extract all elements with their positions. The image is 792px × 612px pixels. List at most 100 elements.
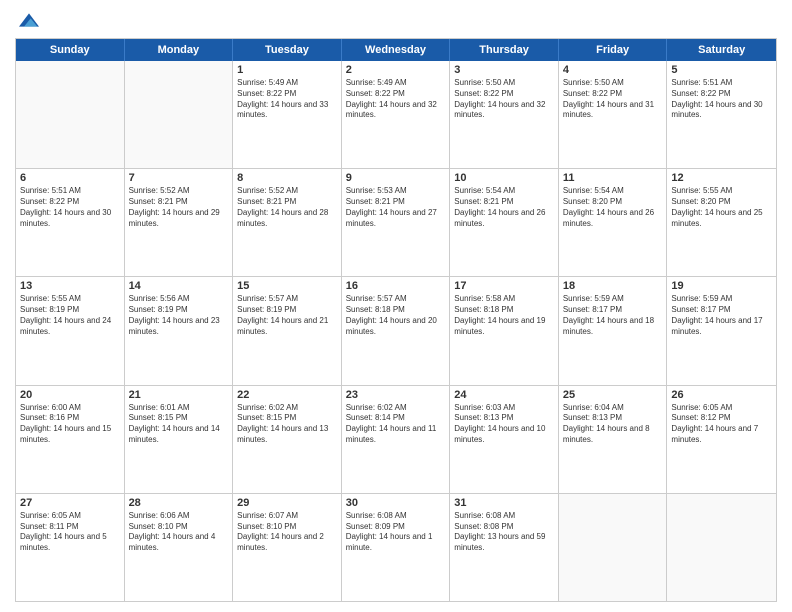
day-cell-18: 18 Sunrise: 5:59 AM Sunset: 8:17 PM Dayli… xyxy=(559,277,668,384)
cell-info: Sunrise: 5:53 AM Sunset: 8:21 PM Dayligh… xyxy=(346,186,446,229)
cell-info: Sunrise: 6:02 AM Sunset: 8:15 PM Dayligh… xyxy=(237,403,337,446)
day-cell-24: 24 Sunrise: 6:03 AM Sunset: 8:13 PM Dayli… xyxy=(450,386,559,493)
day-number: 17 xyxy=(454,280,554,292)
day-number: 7 xyxy=(129,172,229,184)
header xyxy=(15,10,777,30)
day-cell-8: 8 Sunrise: 5:52 AM Sunset: 8:21 PM Daylig… xyxy=(233,169,342,276)
day-cell-3: 3 Sunrise: 5:50 AM Sunset: 8:22 PM Daylig… xyxy=(450,61,559,168)
day-cell-7: 7 Sunrise: 5:52 AM Sunset: 8:21 PM Daylig… xyxy=(125,169,234,276)
header-day-saturday: Saturday xyxy=(667,39,776,61)
cell-info: Sunrise: 5:57 AM Sunset: 8:19 PM Dayligh… xyxy=(237,294,337,337)
day-cell-1: 1 Sunrise: 5:49 AM Sunset: 8:22 PM Daylig… xyxy=(233,61,342,168)
header-day-friday: Friday xyxy=(559,39,668,61)
day-cell-22: 22 Sunrise: 6:02 AM Sunset: 8:15 PM Dayli… xyxy=(233,386,342,493)
week-row-0: 1 Sunrise: 5:49 AM Sunset: 8:22 PM Daylig… xyxy=(16,61,776,169)
day-cell-27: 27 Sunrise: 6:05 AM Sunset: 8:11 PM Dayli… xyxy=(16,494,125,601)
cell-info: Sunrise: 5:59 AM Sunset: 8:17 PM Dayligh… xyxy=(671,294,772,337)
day-cell-20: 20 Sunrise: 6:00 AM Sunset: 8:16 PM Dayli… xyxy=(16,386,125,493)
day-number: 30 xyxy=(346,497,446,509)
day-cell-6: 6 Sunrise: 5:51 AM Sunset: 8:22 PM Daylig… xyxy=(16,169,125,276)
cell-info: Sunrise: 6:01 AM Sunset: 8:15 PM Dayligh… xyxy=(129,403,229,446)
header-day-sunday: Sunday xyxy=(16,39,125,61)
cell-info: Sunrise: 6:02 AM Sunset: 8:14 PM Dayligh… xyxy=(346,403,446,446)
cell-info: Sunrise: 5:57 AM Sunset: 8:18 PM Dayligh… xyxy=(346,294,446,337)
header-day-wednesday: Wednesday xyxy=(342,39,451,61)
calendar-body: 1 Sunrise: 5:49 AM Sunset: 8:22 PM Daylig… xyxy=(16,61,776,601)
cell-info: Sunrise: 6:08 AM Sunset: 8:09 PM Dayligh… xyxy=(346,511,446,554)
day-cell-5: 5Sunrise: 5:51 AM Sunset: 8:22 PM Daylig… xyxy=(667,61,776,168)
day-cell-30: 30 Sunrise: 6:08 AM Sunset: 8:09 PM Dayli… xyxy=(342,494,451,601)
cell-info: Sunrise: 5:52 AM Sunset: 8:21 PM Dayligh… xyxy=(129,186,229,229)
day-number: 14 xyxy=(129,280,229,292)
day-cell-21: 21 Sunrise: 6:01 AM Sunset: 8:15 PM Dayli… xyxy=(125,386,234,493)
day-number: 19 xyxy=(671,280,772,292)
day-cell-11: 11Sunrise: 5:54 AM Sunset: 8:20 PM Dayli… xyxy=(559,169,668,276)
cell-info: Sunrise: 5:54 AM Sunset: 8:21 PM Dayligh… xyxy=(454,186,554,229)
day-number: 25 xyxy=(563,389,663,401)
week-row-4: 27 Sunrise: 6:05 AM Sunset: 8:11 PM Dayli… xyxy=(16,494,776,601)
cell-info: Sunrise: 5:56 AM Sunset: 8:19 PM Dayligh… xyxy=(129,294,229,337)
cell-info: Sunrise: 5:51 AM Sunset: 8:22 PM Dayligh… xyxy=(20,186,120,229)
cell-info: Sunrise: 5:58 AM Sunset: 8:18 PM Dayligh… xyxy=(454,294,554,337)
cell-info: Sunrise: 6:05 AM Sunset: 8:11 PM Dayligh… xyxy=(20,511,120,554)
day-cell-12: 12Sunrise: 5:55 AM Sunset: 8:20 PM Dayli… xyxy=(667,169,776,276)
day-cell-16: 16 Sunrise: 5:57 AM Sunset: 8:18 PM Dayli… xyxy=(342,277,451,384)
day-number: 5 xyxy=(671,64,772,76)
day-number: 15 xyxy=(237,280,337,292)
day-number: 12 xyxy=(671,172,772,184)
header-day-tuesday: Tuesday xyxy=(233,39,342,61)
day-number: 9 xyxy=(346,172,446,184)
cell-info: Sunrise: 5:52 AM Sunset: 8:21 PM Dayligh… xyxy=(237,186,337,229)
day-cell-19: 19 Sunrise: 5:59 AM Sunset: 8:17 PM Dayli… xyxy=(667,277,776,384)
day-cell-25: 25 Sunrise: 6:04 AM Sunset: 8:13 PM Dayli… xyxy=(559,386,668,493)
cell-info: Sunrise: 6:04 AM Sunset: 8:13 PM Dayligh… xyxy=(563,403,663,446)
day-cell-17: 17 Sunrise: 5:58 AM Sunset: 8:18 PM Dayli… xyxy=(450,277,559,384)
day-number: 8 xyxy=(237,172,337,184)
logo-icon xyxy=(19,10,39,30)
day-number: 4 xyxy=(563,64,663,76)
day-number: 16 xyxy=(346,280,446,292)
day-cell-9: 9 Sunrise: 5:53 AM Sunset: 8:21 PM Daylig… xyxy=(342,169,451,276)
day-number: 18 xyxy=(563,280,663,292)
day-cell-29: 29Sunrise: 6:07 AM Sunset: 8:10 PM Dayli… xyxy=(233,494,342,601)
header-day-monday: Monday xyxy=(125,39,234,61)
day-number: 13 xyxy=(20,280,120,292)
day-number: 3 xyxy=(454,64,554,76)
day-number: 22 xyxy=(237,389,337,401)
week-row-1: 6 Sunrise: 5:51 AM Sunset: 8:22 PM Daylig… xyxy=(16,169,776,277)
cell-info: Sunrise: 5:50 AM Sunset: 8:22 PM Dayligh… xyxy=(563,78,663,121)
day-number: 20 xyxy=(20,389,120,401)
cell-info: Sunrise: 6:07 AM Sunset: 8:10 PM Dayligh… xyxy=(237,511,337,554)
cell-info: Sunrise: 5:49 AM Sunset: 8:22 PM Dayligh… xyxy=(237,78,337,121)
calendar-header: SundayMondayTuesdayWednesdayThursdayFrid… xyxy=(16,39,776,61)
day-cell-14: 14 Sunrise: 5:56 AM Sunset: 8:19 PM Dayli… xyxy=(125,277,234,384)
day-number: 1 xyxy=(237,64,337,76)
day-cell-15: 15 Sunrise: 5:57 AM Sunset: 8:19 PM Dayli… xyxy=(233,277,342,384)
cell-info: Sunrise: 6:00 AM Sunset: 8:16 PM Dayligh… xyxy=(20,403,120,446)
header-day-thursday: Thursday xyxy=(450,39,559,61)
cell-info: Sunrise: 5:59 AM Sunset: 8:17 PM Dayligh… xyxy=(563,294,663,337)
day-number: 24 xyxy=(454,389,554,401)
day-number: 6 xyxy=(20,172,120,184)
week-row-2: 13Sunrise: 5:55 AM Sunset: 8:19 PM Dayli… xyxy=(16,277,776,385)
empty-cell xyxy=(559,494,668,601)
day-number: 10 xyxy=(454,172,554,184)
cell-info: Sunrise: 5:50 AM Sunset: 8:22 PM Dayligh… xyxy=(454,78,554,121)
empty-cell xyxy=(125,61,234,168)
day-cell-23: 23Sunrise: 6:02 AM Sunset: 8:14 PM Dayli… xyxy=(342,386,451,493)
day-cell-10: 10 Sunrise: 5:54 AM Sunset: 8:21 PM Dayli… xyxy=(450,169,559,276)
day-number: 27 xyxy=(20,497,120,509)
page: SundayMondayTuesdayWednesdayThursdayFrid… xyxy=(0,0,792,612)
day-number: 2 xyxy=(346,64,446,76)
week-row-3: 20 Sunrise: 6:00 AM Sunset: 8:16 PM Dayli… xyxy=(16,386,776,494)
empty-cell xyxy=(16,61,125,168)
day-number: 26 xyxy=(671,389,772,401)
day-number: 21 xyxy=(129,389,229,401)
day-number: 31 xyxy=(454,497,554,509)
calendar: SundayMondayTuesdayWednesdayThursdayFrid… xyxy=(15,38,777,602)
day-cell-26: 26Sunrise: 6:05 AM Sunset: 8:12 PM Dayli… xyxy=(667,386,776,493)
day-cell-2: 2Sunrise: 5:49 AM Sunset: 8:22 PM Daylig… xyxy=(342,61,451,168)
day-number: 28 xyxy=(129,497,229,509)
day-cell-4: 4 Sunrise: 5:50 AM Sunset: 8:22 PM Daylig… xyxy=(559,61,668,168)
cell-info: Sunrise: 6:03 AM Sunset: 8:13 PM Dayligh… xyxy=(454,403,554,446)
